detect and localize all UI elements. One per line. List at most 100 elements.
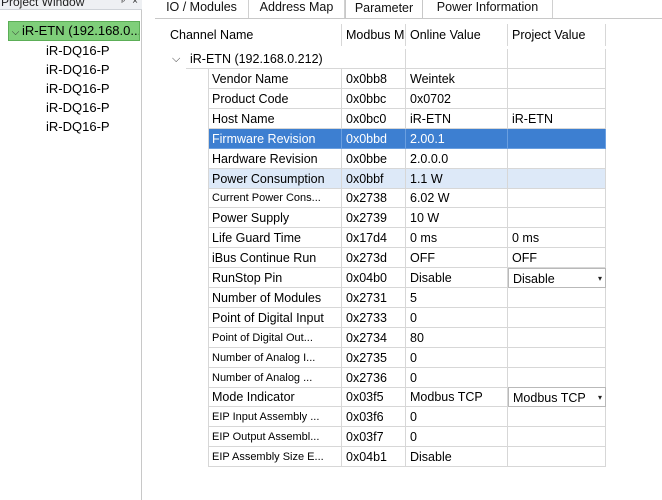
parameter-row[interactable]: EIP Input Assembly ... 0x03f6 0 <box>166 407 606 428</box>
column-header-project-value[interactable]: Project Value <box>508 24 606 46</box>
parameter-row[interactable]: Vendor Name 0x0bb8 Weintek <box>166 69 606 89</box>
grid-root-row[interactable]: ⌵ iR-ETN (192.168.0.212) <box>166 49 606 69</box>
channel-name-cell-text: iBus Continue Run <box>212 251 317 266</box>
tab-power-information[interactable]: Power Information <box>423 0 553 18</box>
close-icon[interactable]: × <box>132 0 138 10</box>
channel-name-cell: Firmware Revision <box>208 128 342 149</box>
dropdown-arrow-icon[interactable]: ▾ <box>598 269 602 287</box>
parameter-row[interactable]: Firmware Revision 0x0bbd 2.00.1 <box>166 128 606 149</box>
chevron-down-icon[interactable]: ⌵ <box>9 24 22 40</box>
online-value-cell-text: 5 <box>410 290 417 305</box>
project-value-cell[interactable] <box>508 88 606 109</box>
project-value-cell[interactable] <box>508 447 606 468</box>
channel-name-cell: Power Supply <box>208 208 342 229</box>
project-value-cell[interactable]: Modbus TCP ▾ <box>508 387 606 408</box>
modbus-address-cell: 0x04b0 <box>342 268 406 288</box>
project-value-cell[interactable]: Disable ▾ <box>508 268 606 288</box>
parameter-row[interactable]: Power Supply 0x2739 10 W <box>166 208 606 229</box>
modbus-address-cell: 0x2733 <box>342 307 406 328</box>
parameter-row[interactable]: Power Consumption 0x0bbf 1.1 W <box>166 168 606 189</box>
dropdown-arrow-icon[interactable]: ▾ <box>598 388 602 406</box>
project-value-cell[interactable] <box>508 188 606 209</box>
parameter-row[interactable]: Point of Digital Out... 0x2734 80 <box>166 327 606 348</box>
online-value-cell-text: 0x0702 <box>410 91 452 106</box>
project-window: Project Window ᵖ × ⌵ iR-ETN (192.168.0...… <box>0 0 142 500</box>
channel-name-cell-text: Number of Analog I... <box>212 351 316 364</box>
channel-name-cell: EIP Output Assembl... <box>208 427 342 448</box>
tab-io-modules[interactable]: IO / Modules <box>155 0 249 18</box>
project-value-cell[interactable] <box>508 367 606 388</box>
project-value-cell[interactable] <box>508 168 606 189</box>
column-header-channel-name[interactable]: Channel Name <box>166 24 342 46</box>
project-value-cell[interactable] <box>508 307 606 328</box>
tree-child-item[interactable]: iR-DQ16-P <box>46 79 110 98</box>
project-value-cell[interactable] <box>508 287 606 308</box>
project-value-cell[interactable] <box>508 69 606 89</box>
parameter-row[interactable]: Number of Modules 0x2731 5 <box>166 287 606 308</box>
modbus-address-cell: 0x2739 <box>342 208 406 229</box>
parameter-row[interactable]: EIP Output Assembl... 0x03f7 0 <box>166 427 606 448</box>
modbus-address-cell: 0x0bbe <box>342 148 406 169</box>
channel-name-cell-text: Number of Analog ... <box>212 371 313 384</box>
project-value-cell[interactable]: 0 ms <box>508 228 606 249</box>
column-header-modbus-address[interactable]: Modbus Ma <box>342 24 406 46</box>
chevron-down-icon[interactable]: ⌵ <box>172 49 180 69</box>
column-header-online-value[interactable]: Online Value <box>406 24 508 46</box>
parameter-row[interactable]: Life Guard Time 0x17d4 0 ms 0 ms <box>166 228 606 249</box>
modbus-address-cell: 0x273d <box>342 248 406 269</box>
parameter-row[interactable]: Hardware Revision 0x0bbe 2.0.0.0 <box>166 148 606 169</box>
modbus-address-cell-text: 0x03f6 <box>346 410 384 425</box>
modbus-address-cell: 0x0bbf <box>342 168 406 189</box>
parameter-row[interactable]: EIP Assembly Size E... 0x04b1 Disable <box>166 447 606 468</box>
channel-name-cell: Point of Digital Out... <box>208 327 342 348</box>
project-value-cell[interactable] <box>508 128 606 149</box>
tree-child-item[interactable]: iR-DQ16-P <box>46 98 110 117</box>
parameter-row[interactable]: Current Power Cons... 0x2738 6.02 W <box>166 188 606 209</box>
tree-child-item[interactable]: iR-DQ16-P <box>46 60 110 79</box>
project-value-cell[interactable]: OFF <box>508 248 606 269</box>
tree-child-item[interactable]: iR-DQ16-P <box>46 41 110 60</box>
parameter-row[interactable]: Number of Analog I... 0x2735 0 <box>166 347 606 368</box>
project-value-cell[interactable] <box>508 427 606 448</box>
online-value-cell: 0x0702 <box>406 88 508 109</box>
online-value-cell: 0 <box>406 347 508 368</box>
tab-address-map[interactable]: Address Map <box>249 0 345 18</box>
project-value-cell[interactable] <box>508 347 606 368</box>
project-value-cell[interactable] <box>508 407 606 428</box>
channel-name-cell-text: Life Guard Time <box>212 231 301 246</box>
tree-root-item[interactable]: ⌵ iR-ETN (192.168.0... <box>8 21 140 41</box>
modbus-address-cell: 0x2738 <box>342 188 406 209</box>
pin-icon[interactable]: ᵖ <box>121 0 125 10</box>
parameter-row[interactable]: Product Code 0x0bbc 0x0702 <box>166 88 606 109</box>
online-value-cell-text: 10 W <box>410 211 440 226</box>
channel-name-cell: iBus Continue Run <box>208 248 342 269</box>
channel-name-cell: Current Power Cons... <box>208 188 342 209</box>
online-value-cell-text: 0 <box>410 350 417 365</box>
tab-parameter[interactable]: Parameter <box>345 0 423 18</box>
online-value-cell: Disable <box>406 268 508 288</box>
tree-child-item[interactable]: iR-DQ16-P <box>46 117 110 136</box>
grid-root-empty-cell <box>508 49 606 69</box>
channel-name-cell-text: Point of Digital Out... <box>212 331 313 344</box>
online-value-cell-text: Modbus TCP <box>410 390 483 405</box>
online-value-cell: 2.00.1 <box>406 128 508 149</box>
parameter-row[interactable]: iBus Continue Run 0x273d OFF OFF <box>166 248 606 269</box>
online-value-cell-text: 6.02 W <box>410 191 450 206</box>
project-value-cell[interactable] <box>508 208 606 229</box>
parameter-row[interactable]: Host Name 0x0bc0 iR-ETN iR-ETN <box>166 108 606 129</box>
parameter-row[interactable]: Number of Analog ... 0x2736 0 <box>166 367 606 388</box>
parameter-row[interactable]: Point of Digital Input 0x2733 0 <box>166 307 606 328</box>
channel-name-cell: Vendor Name <box>208 69 342 89</box>
project-value-cell[interactable] <box>508 327 606 348</box>
online-value-cell-text: 0 <box>410 430 417 445</box>
modbus-address-cell-text: 0x0bbc <box>346 91 387 106</box>
channel-name-cell-text: Firmware Revision <box>212 131 316 146</box>
project-value-cell[interactable] <box>508 148 606 169</box>
parameter-row[interactable]: Mode Indicator 0x03f5 Modbus TCP Modbus TCP… <box>166 387 606 408</box>
modbus-address-cell: 0x2734 <box>342 327 406 348</box>
online-value-cell: 0 ms <box>406 228 508 249</box>
channel-name-cell-text: EIP Output Assembl... <box>212 431 320 444</box>
parameter-row[interactable]: RunStop Pin 0x04b0 Disable Disable ▾ <box>166 268 606 288</box>
project-value-cell[interactable]: iR-ETN <box>508 108 606 129</box>
online-value-cell: 6.02 W <box>406 188 508 209</box>
